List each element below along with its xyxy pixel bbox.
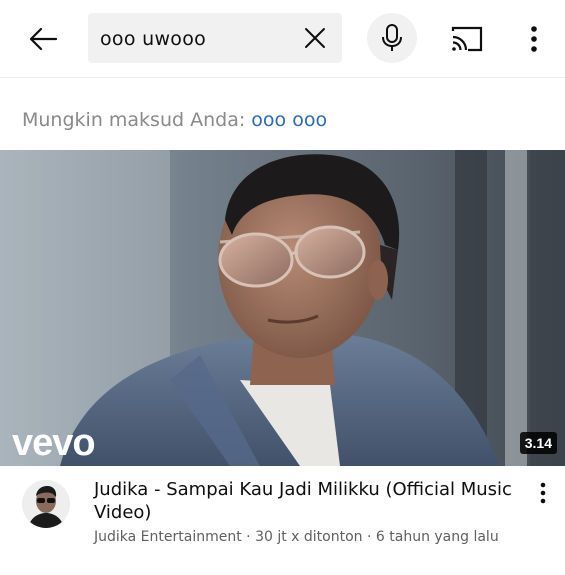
- arrow-left-icon: [29, 27, 58, 51]
- video-thumbnail[interactable]: vevo 3.14: [0, 150, 565, 466]
- top-app-bar: ooo uwooo: [0, 0, 565, 78]
- search-input[interactable]: ooo uwooo: [88, 13, 342, 63]
- clear-search-button[interactable]: [302, 25, 328, 51]
- video-action-menu-button[interactable]: [532, 480, 554, 506]
- did-you-mean-link[interactable]: ooo ooo: [251, 109, 327, 131]
- meta-separator: ·: [366, 529, 372, 545]
- did-you-mean: Mungkin maksud Anda: ooo ooo: [22, 109, 327, 131]
- back-button[interactable]: [22, 18, 64, 60]
- upload-age: 6 tahun yang lalu: [375, 529, 499, 545]
- thumbnail-image: [0, 150, 565, 466]
- vevo-watermark: vevo: [12, 422, 96, 464]
- channel-avatar[interactable]: [22, 480, 70, 528]
- video-duration-badge: 3.14: [519, 432, 557, 454]
- channel-name[interactable]: Judika Entertainment: [94, 529, 242, 545]
- search-query-text[interactable]: ooo uwooo: [100, 28, 206, 50]
- view-count: 30 jt x ditonton: [255, 529, 363, 545]
- more-vertical-icon: [531, 26, 537, 52]
- microphone-icon: [382, 24, 402, 51]
- cast-button[interactable]: [448, 22, 486, 56]
- meta-separator: ·: [246, 529, 251, 545]
- cast-icon: [451, 26, 483, 52]
- did-you-mean-label: Mungkin maksud Anda:: [22, 109, 246, 131]
- video-title[interactable]: Judika - Sampai Kau Jadi Milikku (Offici…: [94, 478, 512, 524]
- video-metadata: Judika Entertainment · 30 jt x ditonton …: [94, 529, 499, 545]
- voice-search-button[interactable]: [367, 13, 417, 63]
- close-icon: [305, 28, 325, 48]
- avatar-image: [22, 480, 70, 528]
- more-vertical-icon: [540, 482, 546, 504]
- more-options-button[interactable]: [520, 20, 548, 58]
